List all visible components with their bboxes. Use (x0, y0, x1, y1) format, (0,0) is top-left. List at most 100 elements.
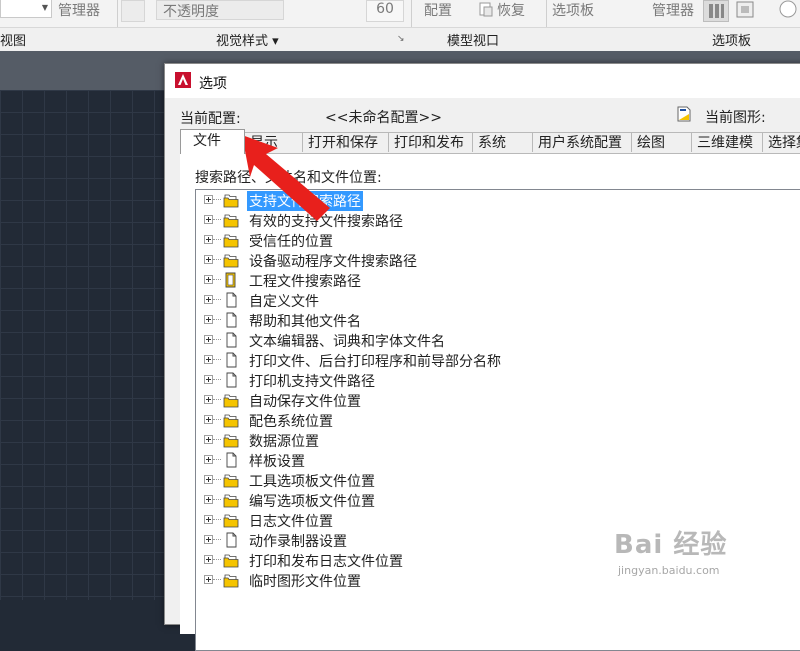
tree-item-label[interactable]: 数据源位置 (247, 431, 321, 451)
expand-plus-icon[interactable] (204, 435, 213, 444)
expand-plus-icon[interactable] (204, 335, 213, 344)
tree-item-label[interactable]: 支持文件搜索路径 (247, 191, 363, 211)
tree-item[interactable]: 工具选项板文件位置 (196, 470, 796, 490)
tree-connector (213, 479, 221, 480)
tab-3d-modeling[interactable]: 三维建模 (691, 132, 763, 152)
circle-icon[interactable] (778, 0, 797, 18)
expand-plus-icon[interactable] (204, 235, 213, 244)
search-paths-label: 搜索路径、文件名和文件位置: (195, 170, 382, 186)
tree-item-label[interactable]: 样板设置 (247, 451, 307, 471)
tree-item-label[interactable]: 打印和发布日志文件位置 (247, 551, 405, 571)
tree-item[interactable]: 工程文件搜索路径 (196, 270, 796, 290)
tree-item[interactable]: 受信任的位置 (196, 230, 796, 250)
panel-label-visual-styles[interactable]: 视觉样式 ▾ (216, 30, 279, 49)
ribbon-combo-dropdown[interactable]: ▼ (0, 0, 52, 18)
expand-plus-icon[interactable] (204, 395, 213, 404)
tree-connector (213, 419, 221, 420)
tree-item[interactable]: 编写选项板文件位置 (196, 490, 796, 510)
expand-plus-icon[interactable] (204, 355, 213, 364)
tree-item[interactable]: 支持文件搜索路径 (196, 190, 796, 211)
folder-stack-icon (222, 431, 240, 449)
palettes-top-button[interactable]: 选项板 (552, 0, 594, 20)
tree-item[interactable]: 文本编辑器、词典和字体文件名 (196, 330, 796, 350)
tree-item-label[interactable]: 文本编辑器、词典和字体文件名 (247, 331, 447, 351)
transparency-value[interactable]: 60 (366, 0, 404, 22)
manager2-button[interactable]: 管理器 (652, 0, 694, 20)
tab-drafting[interactable]: 绘图 (631, 132, 692, 152)
panel-label-view: 视图 (0, 34, 27, 49)
expand-plus-icon[interactable] (204, 195, 213, 204)
tree-item-label[interactable]: 打印机支持文件路径 (247, 371, 377, 391)
tree-item-label[interactable]: 日志文件位置 (247, 511, 335, 531)
tree-item-label[interactable]: 临时图形文件位置 (247, 571, 363, 591)
expand-plus-icon[interactable] (204, 315, 213, 324)
tree-item[interactable]: 自定义文件 (196, 290, 796, 310)
ribbon: ▼ 管理器 不透明度 60 配置 恢复 选项板 管理器 视图 视觉样式 ▾ ↘ … (0, 0, 800, 51)
drawing-file-icon (676, 106, 692, 122)
tab-plot-publish[interactable]: 打印和发布 (388, 132, 473, 152)
expand-plus-icon[interactable] (204, 535, 213, 544)
tree-item[interactable]: 打印机支持文件路径 (196, 370, 796, 390)
panel-label-palettes: 选项板 (712, 34, 752, 49)
folder-stack-icon (222, 511, 240, 529)
tree-item-label[interactable]: 自动保存文件位置 (247, 391, 363, 411)
folder-stack-icon (222, 391, 240, 409)
tree-item-label[interactable]: 配色系统位置 (247, 411, 335, 431)
chevron-down-icon: ▼ (41, 3, 48, 12)
tree-item-label[interactable]: 受信任的位置 (247, 231, 335, 251)
tree-item-label[interactable]: 工具选项板文件位置 (247, 471, 377, 491)
tree-item[interactable]: 自动保存文件位置 (196, 390, 796, 410)
tree-item-label[interactable]: 设备驱动程序文件搜索路径 (247, 251, 419, 271)
tab-selection[interactable]: 选择集 (762, 132, 800, 152)
expand-plus-icon[interactable] (204, 455, 213, 464)
panel-label-model-viewports: 模型视口 (447, 34, 500, 49)
ribbon-style-icon[interactable] (121, 0, 145, 22)
tree-item-label[interactable]: 有效的支持文件搜索路径 (247, 211, 405, 231)
expand-plus-icon[interactable] (204, 555, 213, 564)
tree-item[interactable]: 打印文件、后台打印程序和前导部分名称 (196, 350, 796, 370)
palette-grid-icon[interactable] (703, 0, 729, 22)
tab-system[interactable]: 系统 (472, 132, 533, 152)
expand-plus-icon[interactable] (204, 375, 213, 384)
sheet-set-icon[interactable] (733, 0, 757, 20)
expand-plus-icon[interactable] (204, 415, 213, 424)
restore-button[interactable]: 恢复 (497, 0, 525, 20)
tree-item[interactable]: 有效的支持文件搜索路径 (196, 210, 796, 230)
tree-item[interactable]: 配色系统位置 (196, 410, 796, 430)
expand-plus-icon[interactable] (204, 215, 213, 224)
watermark-logo: Bai 经验 (614, 530, 728, 560)
autocad-logo-icon (175, 72, 191, 88)
panel-launcher-icon[interactable]: ↘ (397, 34, 405, 44)
expand-plus-icon[interactable] (204, 495, 213, 504)
project-file-icon (222, 271, 240, 289)
tree-item-label[interactable]: 工程文件搜索路径 (247, 271, 363, 291)
tree-item[interactable]: 帮助和其他文件名 (196, 310, 796, 330)
tree-item[interactable]: 设备驱动程序文件搜索路径 (196, 250, 796, 270)
expand-plus-icon[interactable] (204, 475, 213, 484)
tab-open-save[interactable]: 打开和保存 (302, 132, 389, 152)
expand-plus-icon[interactable] (204, 255, 213, 264)
transparency-slider[interactable]: 不透明度 (156, 0, 284, 20)
tree-item-label[interactable]: 打印文件、后台打印程序和前导部分名称 (247, 351, 503, 371)
expand-plus-icon[interactable] (204, 515, 213, 524)
baidu-jingyan-watermark: Bai 经验 jingyan.baidu.com (614, 524, 728, 577)
expand-plus-icon[interactable] (204, 275, 213, 284)
folder-stack-icon (222, 251, 240, 269)
tree-item-label[interactable]: 自定义文件 (247, 291, 321, 311)
tree-item-label[interactable]: 动作录制器设置 (247, 531, 349, 551)
tab-display[interactable]: 显示 (244, 132, 303, 152)
expand-plus-icon[interactable] (204, 575, 213, 584)
ribbon-manager-label[interactable]: 管理器 (58, 0, 100, 20)
tab-user-preferences[interactable]: 用户系统配置 (532, 132, 632, 152)
document-icon (222, 311, 240, 329)
tree-item[interactable]: 数据源位置 (196, 430, 796, 450)
tree-item[interactable]: 样板设置 (196, 450, 796, 470)
expand-plus-icon[interactable] (204, 295, 213, 304)
viewport-config-button[interactable]: 配置 (424, 0, 452, 20)
dialog-titlebar[interactable]: 选项 (165, 64, 800, 98)
tree-item-label[interactable]: 帮助和其他文件名 (247, 311, 363, 331)
search-paths-tree[interactable]: 支持文件搜索路径 有效的支持文件搜索路径 受信任的位置 设备驱动程序文件搜索路径 工程文… (195, 189, 800, 651)
tree-item-label[interactable]: 编写选项板文件位置 (247, 491, 377, 511)
folder-stack-icon (222, 231, 240, 249)
tab-files[interactable]: 文件 (180, 129, 245, 154)
